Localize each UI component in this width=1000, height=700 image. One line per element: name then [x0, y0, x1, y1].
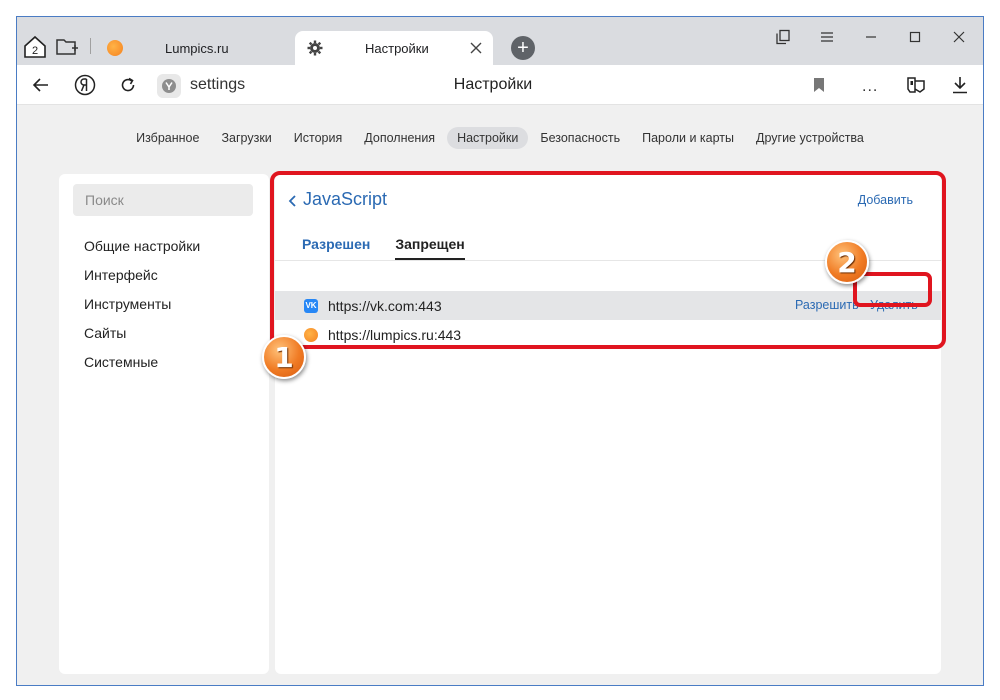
protect-shield-icon — [907, 77, 925, 93]
new-tab-group-button[interactable] — [53, 34, 81, 60]
vk-icon: VK — [304, 298, 318, 313]
maximize-button[interactable] — [900, 23, 930, 51]
settings-nav: Избранное Загрузки История Дополнения На… — [17, 125, 983, 151]
allow-site-button[interactable]: Разрешить — [795, 298, 859, 312]
sidebar-list: Общие настройки Интерфейс Инструменты Са… — [84, 236, 200, 381]
sidebar-item-system[interactable]: Системные — [84, 352, 200, 381]
nav-item-extensions[interactable]: Дополнения — [354, 127, 445, 149]
back-button[interactable] — [28, 73, 54, 97]
collections-icon — [776, 29, 790, 45]
nav-item-favorites[interactable]: Избранное — [126, 127, 209, 149]
download-icon — [953, 77, 967, 94]
site-row[interactable]: https://lumpics.ru:443 — [275, 320, 941, 349]
hamburger-icon — [821, 32, 833, 42]
search-input[interactable] — [73, 184, 253, 216]
arrow-left-icon — [32, 78, 48, 92]
tab-settings[interactable]: Настройки — [295, 31, 493, 65]
new-tab-button[interactable]: + — [511, 36, 535, 60]
yandex-button[interactable] — [72, 73, 98, 97]
site-row[interactable]: VK https://vk.com:443 Разрешить Удалить — [275, 291, 941, 320]
nav-item-security[interactable]: Безопасность — [530, 127, 630, 149]
tab-blocked[interactable]: Запрещен — [395, 236, 465, 260]
section-title[interactable]: JavaScript — [303, 189, 387, 210]
lumpics-icon — [304, 327, 318, 342]
downloads-button[interactable] — [947, 73, 973, 97]
folder-plus-icon — [56, 39, 78, 55]
add-site-link[interactable]: Добавить — [858, 193, 913, 207]
collections-button[interactable] — [768, 23, 798, 51]
reload-icon — [121, 77, 135, 92]
more-button[interactable]: ... — [862, 78, 878, 96]
minimize-icon — [866, 36, 876, 38]
lumpics-favicon-icon — [107, 40, 123, 56]
nav-item-devices[interactable]: Другие устройства — [746, 127, 874, 149]
gear-icon — [307, 40, 323, 56]
nav-item-history[interactable]: История — [284, 127, 352, 149]
home-tabs-icon: 2 — [24, 35, 46, 58]
url-text[interactable]: settings — [190, 76, 245, 94]
browser-window: 2 Lumpics.ru Настройки + settings Настро… — [16, 16, 984, 686]
tab-title: Lumpics.ru — [165, 40, 229, 56]
tab-lumpics[interactable]: Lumpics.ru — [97, 31, 293, 65]
callout-badge-2: 2 — [825, 240, 869, 284]
tab-separator — [90, 38, 91, 54]
callout-badge-1: 1 — [262, 335, 306, 379]
protect-button[interactable] — [903, 73, 929, 97]
nav-item-downloads[interactable]: Загрузки — [211, 127, 281, 149]
site-info-button[interactable] — [157, 74, 181, 98]
reload-button[interactable] — [115, 73, 141, 97]
chevron-left-icon[interactable] — [287, 193, 299, 209]
settings-sidebar: Общие настройки Интерфейс Инструменты Са… — [59, 174, 269, 674]
maximize-icon — [909, 31, 921, 43]
tab-allowed[interactable]: Разрешен — [302, 236, 370, 260]
tab-title: Настройки — [365, 40, 429, 56]
yandex-browser-icon — [162, 79, 176, 93]
tab-groups-button[interactable]: 2 — [21, 34, 49, 60]
address-bar: settings Настройки ... — [17, 65, 983, 105]
sidebar-item-general[interactable]: Общие настройки — [84, 236, 200, 265]
sidebar-item-interface[interactable]: Интерфейс — [84, 265, 200, 294]
site-host: https://lumpics.ru:443 — [328, 326, 462, 343]
nav-item-passwords[interactable]: Пароли и карты — [632, 127, 744, 149]
site-host: https://vk.com:443 — [328, 297, 442, 314]
bookmark-button[interactable] — [806, 73, 832, 97]
plus-icon: + — [517, 37, 529, 59]
close-icon — [953, 31, 965, 43]
close-tab-icon[interactable] — [469, 41, 483, 55]
sidebar-item-sites[interactable]: Сайты — [84, 323, 200, 352]
yandex-logo-icon — [74, 74, 96, 96]
nav-item-settings[interactable]: Настройки — [447, 127, 529, 149]
delete-site-button[interactable]: Удалить — [870, 298, 918, 312]
minimize-button[interactable] — [856, 23, 886, 51]
tab-strip: 2 Lumpics.ru Настройки + — [17, 17, 983, 65]
menu-button[interactable] — [812, 23, 842, 51]
sidebar-item-tools[interactable]: Инструменты — [84, 294, 200, 323]
bookmark-icon — [814, 78, 824, 92]
close-window-button[interactable] — [944, 23, 974, 51]
permission-tabs: Разрешен Запрещен — [302, 236, 490, 260]
tab-count-badge: 2 — [32, 45, 38, 57]
